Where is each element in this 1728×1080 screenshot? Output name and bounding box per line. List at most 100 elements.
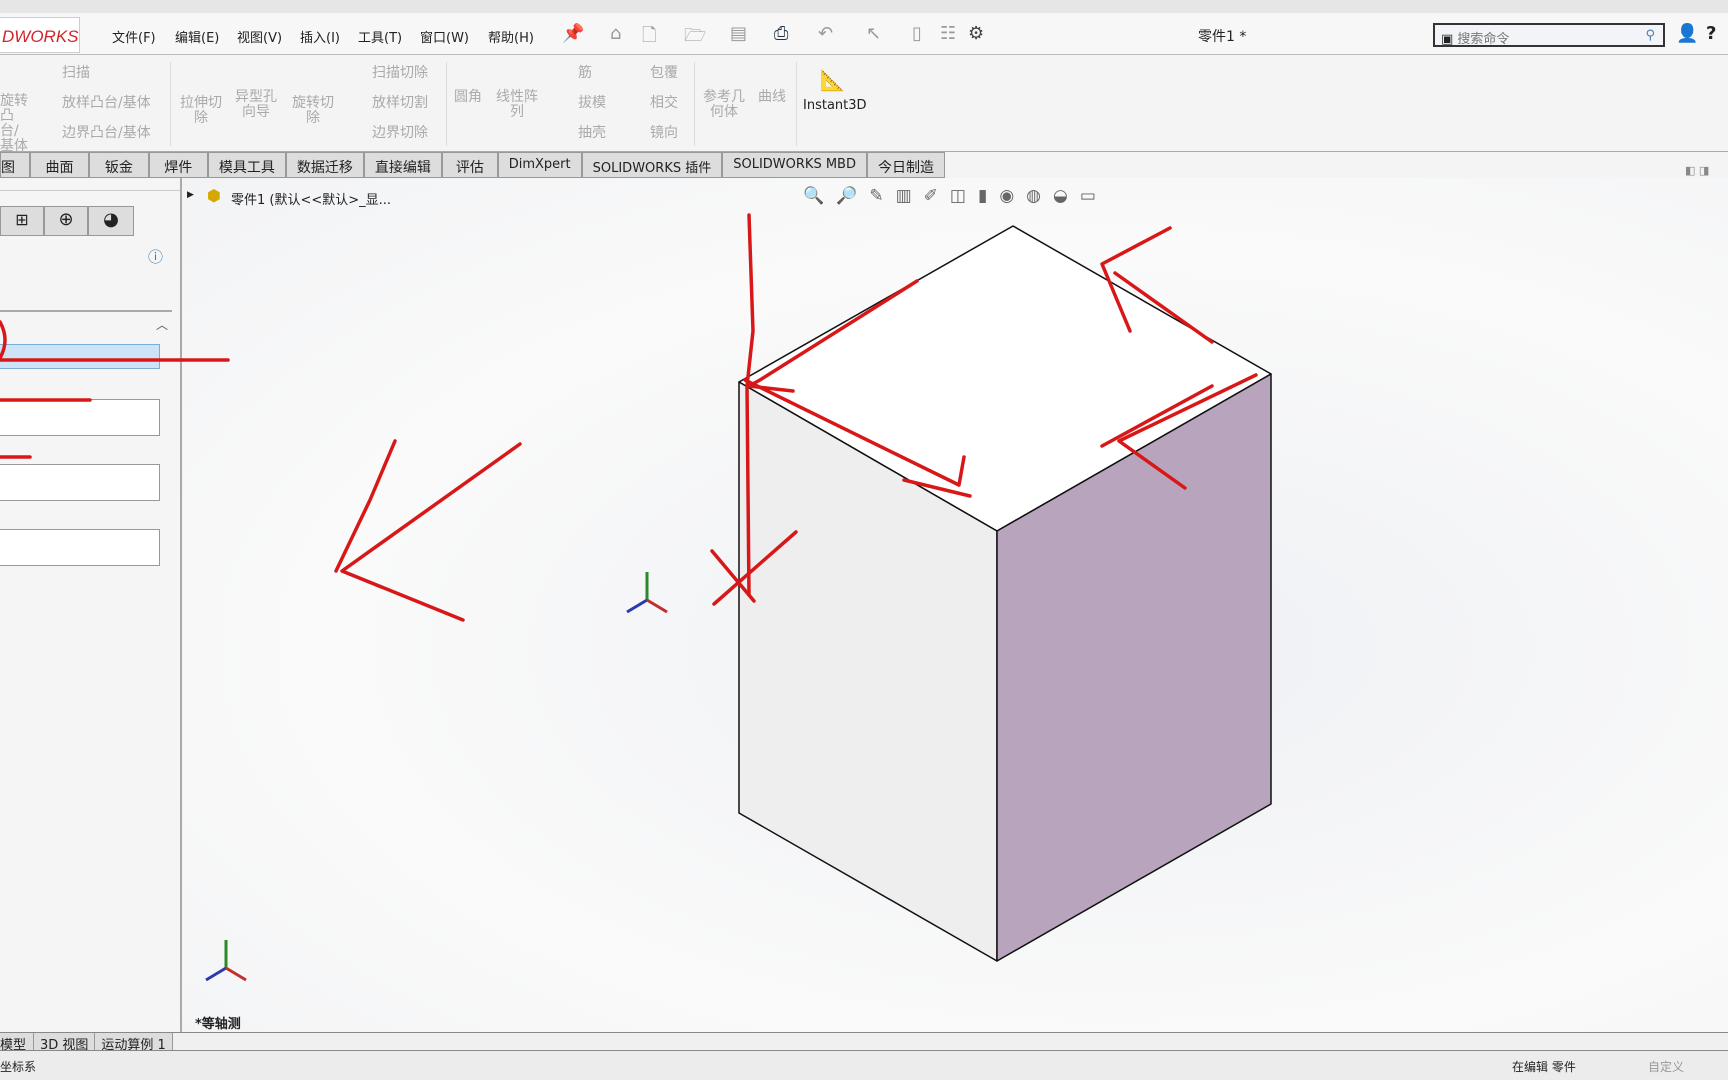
menu-file[interactable]: 文件(F) xyxy=(112,27,156,46)
display-manager-icon[interactable]: ◕ xyxy=(88,206,134,236)
user-icon[interactable]: 👤 xyxy=(1676,23,1698,44)
menu-help[interactable]: 帮助(H) xyxy=(488,27,534,46)
zoom-to-fit-icon[interactable]: 🔍 xyxy=(803,186,836,206)
print-icon[interactable]: ⎙ xyxy=(774,23,788,44)
dimxpert-manager-icon[interactable]: ⊕ xyxy=(44,206,88,236)
sweep-cut-button[interactable]: 扫描切除 xyxy=(372,66,428,81)
wrap-button[interactable]: 包覆 xyxy=(650,66,678,81)
tab-sketch[interactable]: 图 xyxy=(0,152,30,178)
zoom-area-icon[interactable]: 🔎 xyxy=(836,186,869,206)
feature-tree-root[interactable]: 零件1 (默认<<默认>_显... xyxy=(231,189,391,208)
home-icon[interactable]: ⌂ xyxy=(610,23,621,44)
menu-insert[interactable]: 插入(I) xyxy=(300,27,340,46)
command-icon: ▣ xyxy=(1441,32,1458,47)
menu-window[interactable]: 窗口(W) xyxy=(420,27,469,46)
tab-data-migration[interactable]: 数据迁移 xyxy=(285,152,364,178)
input-field-2[interactable] xyxy=(0,464,160,501)
menu-bar: DWORKS 文件(F) 编辑(E) 视图(V) 插入(I) 工具(T) 窗口(… xyxy=(0,13,1728,55)
expand-arrow-icon[interactable]: ▶ xyxy=(187,190,194,200)
tab-direct-editing[interactable]: 直接编辑 xyxy=(363,152,442,178)
view-settings-icon[interactable]: ▭ xyxy=(1080,186,1108,206)
tab-solidworks-mbd[interactable]: SOLIDWORKS MBD xyxy=(722,152,867,178)
revolve-cut-button[interactable]: 旋转切除 xyxy=(290,96,336,126)
help-icon[interactable]: ? xyxy=(1706,23,1716,44)
heads-up-view-toolbar: 🔍🔎✎▥✐◫▮◉◍◒▭ xyxy=(803,186,1108,206)
solidworks-logo[interactable]: DWORKS xyxy=(0,17,80,53)
previous-view-icon[interactable]: ✎ xyxy=(869,186,895,206)
rebuild-icon[interactable]: ▯ xyxy=(912,23,922,44)
divider xyxy=(170,62,171,146)
view-orientation-label: *等轴测 xyxy=(195,1017,241,1032)
reference-geometry-button[interactable]: 参考几何体 xyxy=(700,90,748,120)
sweep-button[interactable]: 扫描 xyxy=(62,66,90,81)
status-editing: 在编辑 零件 xyxy=(1512,1060,1576,1074)
instant3d-button[interactable]: Instant3D xyxy=(803,98,867,113)
loft-button[interactable]: 放样凸台/基体 xyxy=(62,96,151,111)
part-icon: ⬢ xyxy=(207,186,221,205)
status-message: 坐标系 xyxy=(0,1060,37,1074)
help-circle-icon[interactable]: ⓘ xyxy=(148,246,163,267)
selection-field[interactable] xyxy=(0,344,160,369)
panel-tabs: ⊞ ⊕ ◕ xyxy=(0,206,134,236)
save-icon[interactable]: ▤ xyxy=(730,23,747,44)
tab-model[interactable]: 模型 xyxy=(0,1033,34,1053)
undo-icon[interactable]: ↶ xyxy=(818,23,833,44)
intersect-button[interactable]: 相交 xyxy=(650,96,678,111)
fillet-button[interactable]: 圆角 xyxy=(454,90,482,105)
linear-pattern-button[interactable]: 线性阵列 xyxy=(494,90,540,120)
new-document-icon[interactable]: 🗋 xyxy=(642,23,656,53)
display-style-icon[interactable]: ▮ xyxy=(978,186,999,206)
hole-wizard-button[interactable]: 异型孔向导 xyxy=(234,90,278,120)
section-view-icon[interactable]: ▥ xyxy=(896,186,924,206)
graphics-area[interactable]: ▶ ⬢ 零件1 (默认<<默认>_显... 🔍🔎✎▥✐◫▮◉◍◒▭ ◧ ◨ *等… xyxy=(183,164,1728,1032)
tab-mold-tools[interactable]: 模具工具 xyxy=(207,152,286,178)
edit-appearance-icon[interactable]: ◍ xyxy=(1026,186,1053,206)
dynamic-annotation-icon[interactable]: ✐ xyxy=(924,186,950,206)
file-properties-icon[interactable]: ☷ xyxy=(940,23,956,44)
divider xyxy=(694,62,695,146)
menu-view[interactable]: 视图(V) xyxy=(237,27,282,46)
hide-show-icon[interactable]: ◉ xyxy=(999,186,1026,206)
extrude-cut-button[interactable]: 拉伸切除 xyxy=(178,96,224,126)
top-strip xyxy=(0,0,1728,13)
tab-dimxpert[interactable]: DimXpert xyxy=(497,152,582,178)
collapse-chevron-icon[interactable]: ︿ xyxy=(156,316,168,333)
revolve-boss-button[interactable]: 旋转凸台/基体 xyxy=(0,94,30,154)
divider xyxy=(0,310,172,312)
tab-evaluate[interactable]: 评估 xyxy=(441,152,498,178)
search-icon[interactable]: ⚲ xyxy=(1645,28,1655,43)
shell-button[interactable]: 抽壳 xyxy=(578,126,606,141)
tab-sheet-metal[interactable]: 钣金 xyxy=(89,152,149,178)
pin-icon[interactable]: 📌 xyxy=(562,23,584,44)
command-manager-ribbon: 旋转凸台/基体 扫描 放样凸台/基体 边界凸台/基体 拉伸切除 异型孔向导 旋转… xyxy=(0,56,1728,154)
input-field-3[interactable] xyxy=(0,529,160,566)
view-orientation-icon[interactable]: ◫ xyxy=(950,186,978,206)
configuration-manager-icon[interactable]: ⊞ xyxy=(0,206,44,236)
curves-button[interactable]: 曲线 xyxy=(758,90,786,105)
divider xyxy=(446,62,447,146)
search-commands-input[interactable]: ▣ 搜索命令 ⚲ xyxy=(1433,23,1665,47)
mirror-button[interactable]: 镜向 xyxy=(650,126,678,141)
instant3d-icon: 📐 xyxy=(820,68,845,92)
tab-solidworks-addins[interactable]: SOLIDWORKS 插件 xyxy=(581,152,723,178)
boundary-boss-button[interactable]: 边界凸台/基体 xyxy=(62,126,151,141)
open-icon[interactable]: 🗁 xyxy=(684,23,706,53)
panel-collapse-icon[interactable]: ◧ ◨ xyxy=(1685,164,1709,177)
select-icon[interactable]: ↖ xyxy=(866,23,881,44)
boundary-cut-button[interactable]: 边界切除 xyxy=(372,126,428,141)
input-field-1[interactable] xyxy=(0,399,160,436)
tab-motion-study[interactable]: 运动算例 1 xyxy=(95,1033,173,1053)
tab-weldments[interactable]: 焊件 xyxy=(148,152,208,178)
options-gear-icon[interactable]: ⚙ xyxy=(968,23,984,44)
tab-manufacturing[interactable]: 今日制造 xyxy=(866,152,945,178)
loft-cut-button[interactable]: 放样切割 xyxy=(372,96,428,111)
units-selector[interactable]: 自定义 xyxy=(1648,1058,1684,1075)
tab-surfaces[interactable]: 曲面 xyxy=(29,152,90,178)
menu-tools[interactable]: 工具(T) xyxy=(358,27,402,46)
tab-3d-views[interactable]: 3D 视图 xyxy=(34,1033,96,1053)
divider xyxy=(0,190,180,191)
apply-scene-icon[interactable]: ◒ xyxy=(1053,186,1080,206)
rib-button[interactable]: 筋 xyxy=(578,66,592,81)
menu-edit[interactable]: 编辑(E) xyxy=(175,27,219,46)
draft-button[interactable]: 拔模 xyxy=(578,96,606,111)
